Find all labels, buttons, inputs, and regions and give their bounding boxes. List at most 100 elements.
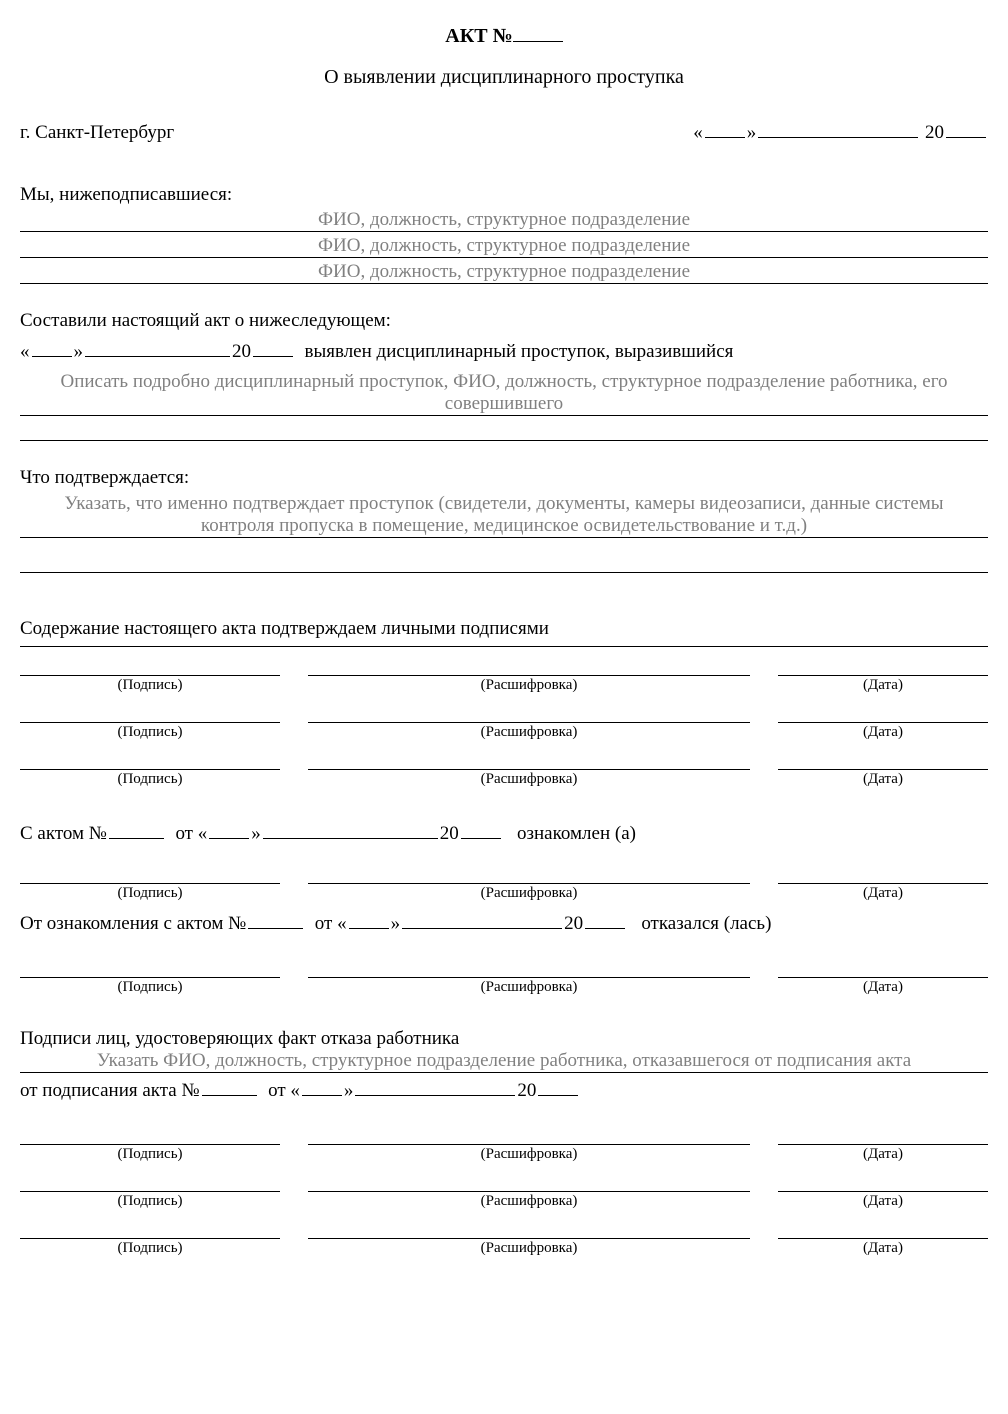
person-line-1[interactable]: ФИО, должность, структурное подразделени… [20, 206, 988, 232]
year-r[interactable] [585, 908, 625, 929]
day-blank[interactable] [705, 117, 745, 138]
day-s[interactable] [302, 1075, 342, 1096]
trans-cell-r3[interactable]: (Расшифровка) [308, 1238, 750, 1257]
violation-date-line: « » 20 выявлен дисциплинарный проступок, в… [20, 336, 988, 363]
trans-cell-1[interactable]: (Расшифровка) [308, 675, 750, 694]
sig-cell-ref[interactable]: (Подпись) [20, 977, 280, 996]
with-act-prefix: С актом № [20, 823, 107, 844]
trans-cell-3[interactable]: (Расшифровка) [308, 769, 750, 788]
document-title: АКТ № [20, 20, 988, 48]
violation-hint: Описать подробно дисциплинарный проступо… [20, 371, 988, 415]
sig-cell-2[interactable]: (Подпись) [20, 722, 280, 741]
date-cell-r2[interactable]: (Дата) [778, 1191, 988, 1210]
trans-cell-r2[interactable]: (Расшифровка) [308, 1191, 750, 1210]
date-cell-r3[interactable]: (Дата) [778, 1238, 988, 1257]
content-confirm-label: Содержание настоящего акта подтверждаем … [20, 618, 988, 647]
sig-row-2: (Подпись) (Расшифровка) (Дата) [20, 722, 988, 741]
acquainted-line: С актом № от « » 20 ознакомлен (а) [20, 818, 988, 845]
day-r[interactable] [349, 908, 389, 929]
sig-row-1: (Подпись) (Расшифровка) (Дата) [20, 675, 988, 694]
person-hint-1: ФИО, должность, структурное подразделени… [20, 209, 988, 231]
city-label: г. Санкт-Петербург [20, 122, 174, 144]
date-cell-r1[interactable]: (Дата) [778, 1144, 988, 1163]
trans-cell-r1[interactable]: (Расшифровка) [308, 1144, 750, 1163]
person-line-3[interactable]: ФИО, должность, структурное подразделени… [20, 258, 988, 284]
from-label-r: от [315, 913, 333, 934]
quote-open: « [693, 122, 703, 143]
date-cell-ack[interactable]: (Дата) [778, 883, 988, 902]
quote-open-2: « [20, 341, 30, 362]
cent-a: 20 [440, 823, 459, 844]
acquainted-text: ознакомлен (а) [517, 823, 636, 844]
trans-cell-2[interactable]: (Расшифровка) [308, 722, 750, 741]
sig-cell-3[interactable]: (Подпись) [20, 769, 280, 788]
refusal-hint: Указать ФИО, должность, структурное подр… [20, 1050, 988, 1072]
day-blank-2[interactable] [32, 336, 72, 357]
month-blank-2[interactable] [85, 336, 230, 357]
violation-line-2[interactable] [20, 440, 988, 441]
qo-a: « [198, 823, 208, 844]
qc-a: » [251, 823, 261, 844]
trans-cell-ack[interactable]: (Расшифровка) [308, 883, 750, 902]
act-num-blank-r[interactable] [248, 908, 303, 929]
person-hint-3: ФИО, должность, структурное подразделени… [20, 261, 988, 283]
trans-cell-ref[interactable]: (Расшифровка) [308, 977, 750, 996]
undersigned-label: Мы, нижеподписавшиеся: [20, 184, 988, 206]
confirmed-line-2[interactable] [20, 572, 988, 573]
qo-r: « [337, 913, 347, 934]
month-s[interactable] [355, 1075, 515, 1096]
compiled-label: Составили настоящий акт о нижеследующем: [20, 310, 988, 332]
month-a[interactable] [263, 818, 438, 839]
quote-close: » [747, 122, 757, 143]
date-cell-1[interactable]: (Дата) [778, 675, 988, 694]
day-a[interactable] [209, 818, 249, 839]
year-blank[interactable] [946, 117, 986, 138]
from-signing-prefix: от подписания акта № [20, 1080, 200, 1101]
sig-row-3: (Подпись) (Расшифровка) (Дата) [20, 769, 988, 788]
sig-cell-r1[interactable]: (Подпись) [20, 1144, 280, 1163]
act-num-blank-s[interactable] [202, 1075, 257, 1096]
sig-cell-r2[interactable]: (Подпись) [20, 1191, 280, 1210]
from-signing-line: от подписания акта № от « » 20 [20, 1075, 988, 1102]
qo-s: « [290, 1080, 300, 1101]
date-cell-2[interactable]: (Дата) [778, 722, 988, 741]
document-subtitle: О выявлении дисциплинарного проступка [20, 66, 988, 89]
sig-cell-1[interactable]: (Подпись) [20, 675, 280, 694]
year-a[interactable] [461, 818, 501, 839]
sig-row-ack: (Подпись) (Расшифровка) (Дата) [20, 883, 988, 902]
date-cell-ref[interactable]: (Дата) [778, 977, 988, 996]
sig-row-ref: (Подпись) (Расшифровка) (Дата) [20, 977, 988, 996]
year-blank-2[interactable] [253, 336, 293, 357]
sig-cell-r3[interactable]: (Подпись) [20, 1238, 280, 1257]
confirmed-label: Что подтверждается: [20, 467, 988, 489]
quote-close-2: » [74, 341, 84, 362]
century-2: 20 [232, 341, 251, 362]
act-number-blank[interactable] [513, 20, 563, 42]
person-line-2[interactable]: ФИО, должность, структурное подразделени… [20, 232, 988, 258]
refused-prefix: От ознакомления с актом № [20, 913, 246, 934]
refusal-hint-line[interactable] [20, 1072, 988, 1073]
act-num-blank-a[interactable] [109, 818, 164, 839]
sig-row-r3: (Подпись) (Расшифровка) (Дата) [20, 1238, 988, 1257]
violation-detected-text: выявлен дисциплинарный проступок, вырази… [305, 341, 734, 362]
century-label: 20 [925, 122, 944, 143]
from-label-a: от [175, 823, 193, 844]
sig-cell-ack[interactable]: (Подпись) [20, 883, 280, 902]
city-date-row: г. Санкт-Петербург « » 20 [20, 117, 988, 144]
from-label-s: от [268, 1080, 286, 1101]
person-hint-2: ФИО, должность, структурное подразделени… [20, 235, 988, 257]
date-cell-3[interactable]: (Дата) [778, 769, 988, 788]
title-prefix: АКТ № [445, 25, 512, 47]
sig-row-r2: (Подпись) (Расшифровка) (Дата) [20, 1191, 988, 1210]
month-blank[interactable] [758, 117, 918, 138]
qc-r: » [391, 913, 401, 934]
confirmed-hint: Указать, что именно подтверждает проступ… [20, 493, 988, 537]
sig-row-r1: (Подпись) (Расшифровка) (Дата) [20, 1144, 988, 1163]
cent-r: 20 [564, 913, 583, 934]
year-s[interactable] [538, 1075, 578, 1096]
cent-s: 20 [517, 1080, 536, 1101]
refused-suffix: отказался (лась) [641, 913, 771, 934]
month-r[interactable] [402, 908, 562, 929]
refused-line: От ознакомления с актом № от « » 20 отказа… [20, 908, 988, 935]
qc-s: » [344, 1080, 354, 1101]
